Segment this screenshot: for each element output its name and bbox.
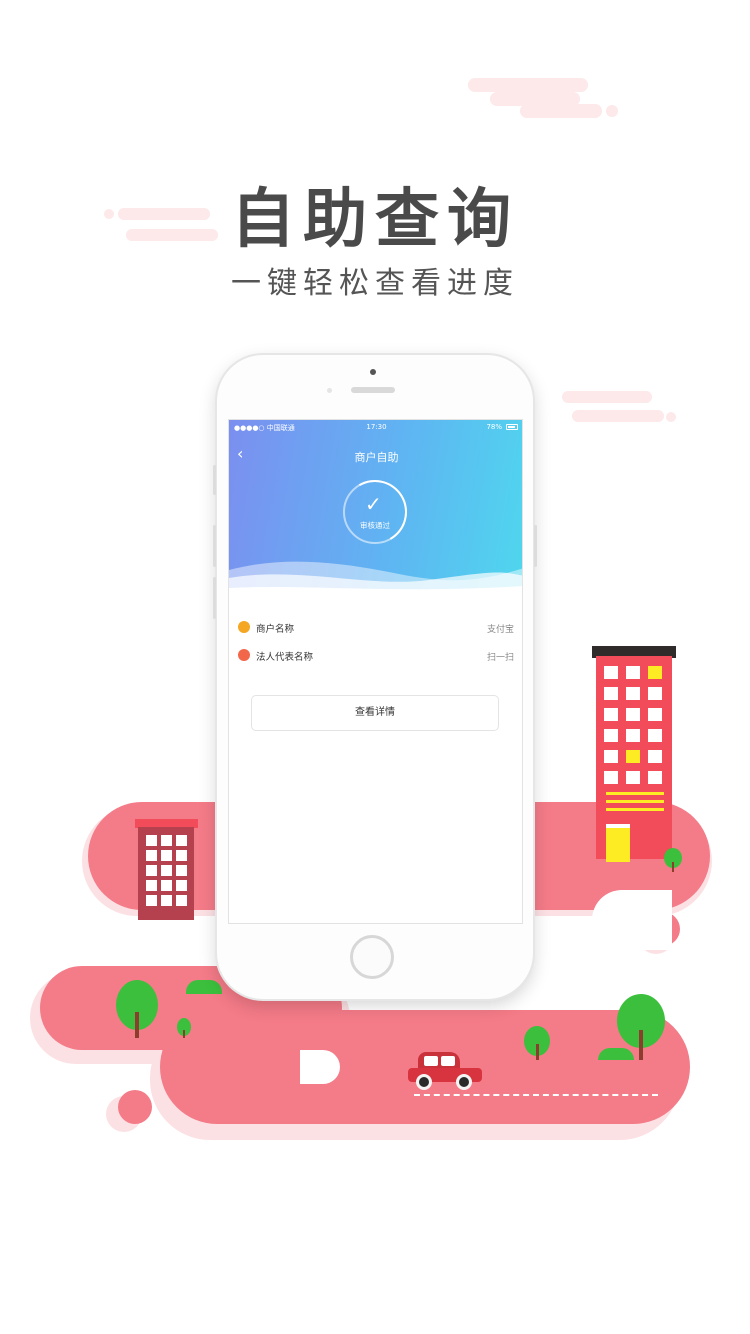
road bbox=[118, 1090, 152, 1124]
speaker-grille bbox=[351, 387, 395, 393]
phone-screen: ●●●●○ 中国联通 17:30 78% ‹ 商户自助 ✓ 审核通过 商户名称 … bbox=[228, 419, 523, 924]
wave-decoration bbox=[229, 561, 522, 598]
bush-icon bbox=[186, 980, 222, 994]
tree-trunk bbox=[536, 1044, 539, 1060]
car-icon bbox=[408, 1052, 482, 1092]
cloud-decoration bbox=[468, 78, 588, 92]
cloud-decoration bbox=[562, 391, 652, 403]
bush-icon bbox=[598, 1048, 634, 1060]
info-row-value: 支付宝 bbox=[486, 625, 514, 635]
cloud-decoration bbox=[572, 410, 664, 422]
status-battery-text: 78% bbox=[486, 423, 502, 431]
screen-header: ●●●●○ 中国联通 17:30 78% ‹ 商户自助 ✓ 审核通过 bbox=[229, 420, 522, 598]
info-row-merchant-name[interactable]: 商户名称 支付宝 bbox=[229, 614, 522, 640]
status-badge-label: 审核通过 bbox=[360, 521, 390, 530]
tree-trunk bbox=[672, 862, 674, 872]
road-dashed-line bbox=[414, 1094, 658, 1096]
phone-side-button bbox=[534, 525, 537, 567]
status-bar: ●●●●○ 中国联通 17:30 78% bbox=[229, 420, 522, 434]
tree-trunk bbox=[135, 1012, 139, 1038]
info-row-label: 商户名称 bbox=[256, 624, 295, 635]
nav-title: 商户自助 bbox=[354, 451, 399, 464]
phone-side-button bbox=[213, 465, 216, 495]
sensor-icon bbox=[327, 388, 332, 393]
phone-side-button bbox=[213, 525, 216, 567]
page-subtitle: 一键轻松查看进度 bbox=[231, 266, 519, 301]
info-row-value: 扫一扫 bbox=[486, 653, 514, 663]
cloud-decoration bbox=[520, 104, 602, 118]
info-row-legal-rep[interactable]: 法人代表名称 扫一扫 bbox=[229, 642, 522, 668]
tree-trunk bbox=[639, 1030, 643, 1060]
check-icon: ✓ bbox=[365, 492, 382, 516]
phone-mockup: ●●●●○ 中国联通 17:30 78% ‹ 商户自助 ✓ 审核通过 商户名称 … bbox=[213, 355, 537, 999]
phone-side-button bbox=[213, 577, 216, 619]
home-button[interactable] bbox=[350, 935, 394, 979]
page-title: 自助查询 bbox=[231, 182, 519, 257]
building-small bbox=[138, 827, 194, 920]
road-gap bbox=[300, 1050, 340, 1084]
cloud-decoration bbox=[606, 105, 618, 117]
view-details-button[interactable]: 查看详情 bbox=[251, 695, 499, 731]
building-tall bbox=[596, 656, 672, 862]
person-icon bbox=[238, 649, 250, 661]
merchant-icon bbox=[238, 621, 250, 633]
cloud-decoration bbox=[666, 412, 676, 422]
battery-icon bbox=[506, 424, 518, 430]
status-time: 17:30 bbox=[366, 423, 387, 431]
road-gap bbox=[592, 890, 672, 950]
tree-trunk bbox=[183, 1030, 185, 1038]
info-row-label: 法人代表名称 bbox=[256, 652, 314, 663]
front-camera-icon bbox=[370, 369, 376, 375]
